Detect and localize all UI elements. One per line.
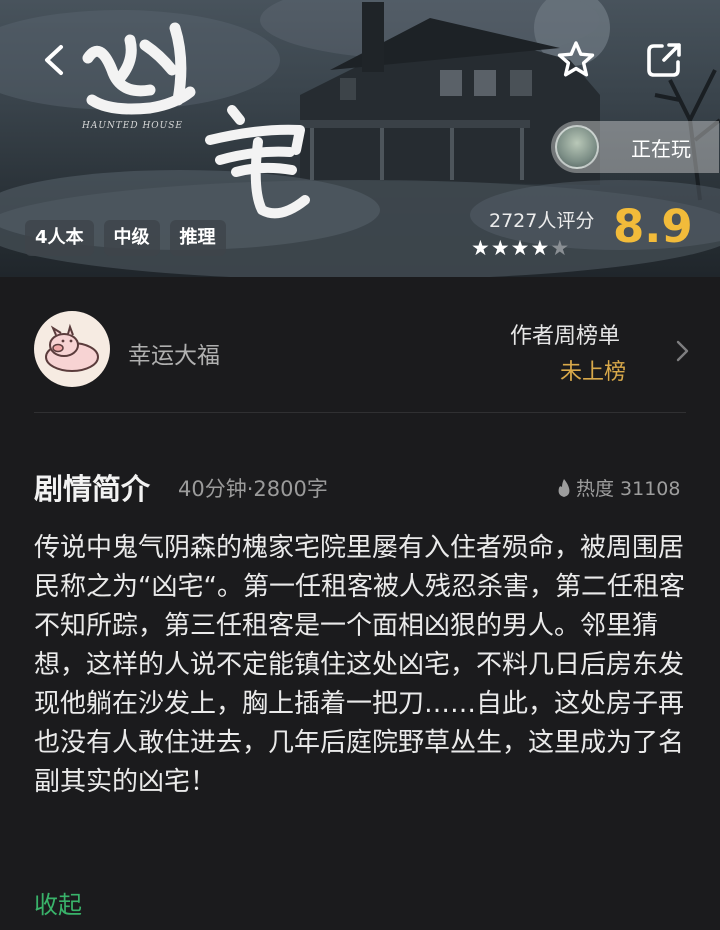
author-rank-link[interactable] xyxy=(672,338,692,364)
star-empty-icon: ★ xyxy=(550,236,571,260)
star-filled-icon: ★ xyxy=(490,236,511,260)
heat-indicator: 热度 31108 xyxy=(556,474,680,501)
rating-count: 2727人评分 xyxy=(489,210,595,232)
star-outline-icon xyxy=(557,41,595,77)
author-name[interactable]: 幸运大福 xyxy=(128,336,220,370)
synopsis-body: 传说中鬼气阴森的槐家宅院里屡有入住者殒命，被周围居民称之为“凶宅“。第一任租客被… xyxy=(34,533,685,797)
rating-score: 8.9 xyxy=(613,200,693,253)
back-button[interactable] xyxy=(32,38,76,82)
author-rank-status[interactable]: 未上榜 xyxy=(560,354,626,386)
author-avatar[interactable] xyxy=(34,311,110,387)
rating-stars: ★★★★★ xyxy=(471,236,570,260)
author-rank-title[interactable]: 作者周榜单 xyxy=(510,318,620,350)
star-filled-icon: ★ xyxy=(530,236,551,260)
share-icon xyxy=(647,43,681,77)
share-button[interactable] xyxy=(642,38,686,82)
flame-icon xyxy=(558,478,570,497)
synopsis-title: 剧情简介 xyxy=(34,472,151,506)
tag-difficulty: 中级 xyxy=(103,220,160,256)
now-playing-label: 正在玩 xyxy=(631,136,691,161)
tag-players: 4人本 xyxy=(25,220,94,256)
synopsis-meta: 40分钟·2800字 xyxy=(178,477,328,501)
collapse-button[interactable]: 收起 xyxy=(34,885,82,920)
star-filled-icon: ★ xyxy=(510,236,531,260)
game-subtitle: HAUNTED HOUSE xyxy=(82,121,184,131)
star-filled-icon: ★ xyxy=(471,236,491,260)
tag-list: 4人本 中级 推理 xyxy=(25,220,226,256)
tag-genre: 推理 xyxy=(169,220,226,256)
now-playing-pill[interactable]: 正在玩 xyxy=(551,121,719,173)
favorite-button[interactable] xyxy=(554,38,598,82)
player-avatar xyxy=(555,125,599,169)
chevron-left-icon xyxy=(45,45,63,75)
section-divider xyxy=(34,412,686,413)
hero-banner: HAUNTED HOUSE 正在玩 4人本 中级 推理 2727人评分 ★★★★… xyxy=(0,0,720,277)
pig-avatar-icon xyxy=(45,323,99,372)
heat-value: 热度 31108 xyxy=(576,478,681,500)
chevron-right-icon xyxy=(676,340,689,362)
